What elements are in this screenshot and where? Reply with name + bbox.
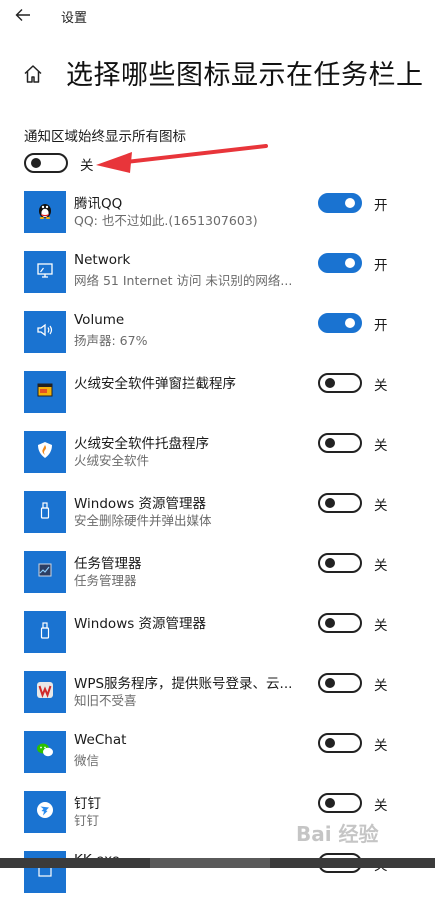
item-state: 关 bbox=[374, 438, 388, 454]
item-state: 关 bbox=[374, 558, 388, 574]
always-show-toggle[interactable] bbox=[24, 153, 68, 173]
toggle-knob bbox=[325, 618, 335, 628]
toggle-knob bbox=[325, 378, 335, 388]
list-item: WeChat 微信 关 bbox=[0, 727, 435, 787]
item-toggle[interactable] bbox=[318, 493, 362, 513]
item-toggle[interactable] bbox=[318, 553, 362, 573]
scrollbar-thumb[interactable] bbox=[150, 858, 270, 868]
app-tile bbox=[24, 551, 66, 593]
item-toggle[interactable] bbox=[318, 193, 362, 213]
item-name: WeChat bbox=[74, 732, 127, 748]
home-icon[interactable] bbox=[22, 63, 44, 85]
item-subtitle: 任务管理器 bbox=[74, 573, 137, 588]
list-item: 火绒安全软件托盘程序 火绒安全软件 关 bbox=[0, 427, 435, 487]
list-item: Windows 资源管理器 关 bbox=[0, 607, 435, 667]
horizontal-scrollbar[interactable] bbox=[0, 858, 435, 868]
item-subtitle: 网络 51 Internet 访问 未识别的网络... bbox=[74, 273, 293, 288]
app-tile bbox=[24, 491, 66, 533]
item-subtitle: 钉钉 bbox=[74, 813, 100, 828]
item-subtitle: 扬声器: 67% bbox=[74, 333, 148, 348]
item-state: 关 bbox=[374, 618, 388, 634]
app-tile bbox=[24, 791, 66, 833]
item-subtitle: 火绒安全软件 bbox=[74, 453, 150, 468]
item-subtitle: 微信 bbox=[74, 753, 100, 768]
item-state: 关 bbox=[374, 678, 388, 694]
speaker-icon bbox=[35, 320, 55, 344]
item-toggle[interactable] bbox=[318, 793, 362, 813]
app-title: 设置 bbox=[61, 11, 88, 26]
toggle-knob bbox=[345, 198, 355, 208]
toggle-knob bbox=[325, 558, 335, 568]
back-arrow-icon[interactable] bbox=[14, 6, 36, 26]
toggle-knob bbox=[325, 438, 335, 448]
qq-penguin-icon bbox=[35, 200, 55, 224]
item-subtitle: QQ: 也不过如此.(1651307603) bbox=[74, 213, 258, 228]
item-subtitle: 安全删除硬件并弹出媒体 bbox=[74, 513, 212, 528]
app-tile bbox=[24, 251, 66, 293]
app-tile bbox=[24, 191, 66, 233]
app-tile bbox=[24, 611, 66, 653]
list-item: 火绒安全软件弹窗拦截程序 关 bbox=[0, 367, 435, 427]
app-tile bbox=[24, 371, 66, 413]
item-name: 火绒安全软件托盘程序 bbox=[74, 436, 209, 452]
toggle-knob bbox=[345, 258, 355, 268]
app-tile bbox=[24, 311, 66, 353]
item-state: 关 bbox=[374, 798, 388, 814]
watermark: Bai 经验 bbox=[296, 822, 379, 846]
red-arrow-icon bbox=[96, 144, 268, 173]
list-item: Windows 资源管理器 安全删除硬件并弹出媒体 关 bbox=[0, 487, 435, 547]
popup-blocker-icon bbox=[35, 380, 55, 404]
task-manager-icon bbox=[35, 560, 55, 584]
list-item: 任务管理器 任务管理器 关 bbox=[0, 547, 435, 607]
item-state: 开 bbox=[374, 258, 388, 274]
title-bar: 设置 bbox=[0, 0, 435, 34]
list-item: Volume 扬声器: 67% 开 bbox=[0, 307, 435, 367]
item-state: 关 bbox=[374, 498, 388, 514]
network-monitor-icon bbox=[35, 260, 55, 284]
item-name: Windows 资源管理器 bbox=[74, 496, 207, 512]
app-tile bbox=[24, 671, 66, 713]
item-name: Volume bbox=[74, 312, 125, 328]
app-tile bbox=[24, 731, 66, 773]
wechat-icon bbox=[35, 740, 55, 764]
usb-drive-icon bbox=[35, 620, 55, 644]
item-toggle[interactable] bbox=[318, 373, 362, 393]
toggle-knob bbox=[345, 318, 355, 328]
toggle-knob bbox=[325, 678, 335, 688]
item-toggle[interactable] bbox=[318, 613, 362, 633]
item-subtitle: 知旧不受喜 bbox=[74, 693, 137, 708]
item-name: 任务管理器 bbox=[74, 556, 142, 572]
page-title: 选择哪些图标显示在任务栏上 bbox=[66, 60, 424, 91]
item-toggle[interactable] bbox=[318, 313, 362, 333]
list-item: 腾讯QQ QQ: 也不过如此.(1651307603) 开 bbox=[0, 187, 435, 247]
usb-drive-icon bbox=[35, 500, 55, 524]
item-toggle[interactable] bbox=[318, 433, 362, 453]
list-item: WPS服务程序，提供账号登录、云... 知旧不受喜 关 bbox=[0, 667, 435, 727]
item-name: Windows 资源管理器 bbox=[74, 616, 207, 632]
toggle-knob bbox=[325, 798, 335, 808]
toggle-knob bbox=[325, 498, 335, 508]
app-tile bbox=[24, 431, 66, 473]
item-state: 开 bbox=[374, 198, 388, 214]
item-state: 开 bbox=[374, 318, 388, 334]
toggle-knob bbox=[325, 738, 335, 748]
list-item: Network 网络 51 Internet 访问 未识别的网络... 开 bbox=[0, 247, 435, 307]
item-name: 火绒安全软件弹窗拦截程序 bbox=[74, 376, 236, 392]
item-toggle[interactable] bbox=[318, 673, 362, 693]
item-toggle[interactable] bbox=[318, 733, 362, 753]
dingtalk-icon bbox=[35, 800, 55, 824]
wps-icon bbox=[35, 680, 55, 704]
item-name: 钉钉 bbox=[74, 796, 101, 812]
item-toggle[interactable] bbox=[318, 253, 362, 273]
item-state: 关 bbox=[374, 738, 388, 754]
item-name: 腾讯QQ bbox=[74, 196, 123, 212]
item-name: Network bbox=[74, 252, 131, 268]
item-state: 关 bbox=[374, 378, 388, 394]
list-item: KK.exe关 bbox=[0, 847, 435, 907]
item-name: WPS服务程序，提供账号登录、云... bbox=[74, 676, 293, 692]
toggle-knob bbox=[31, 158, 41, 168]
shield-icon bbox=[35, 440, 55, 464]
